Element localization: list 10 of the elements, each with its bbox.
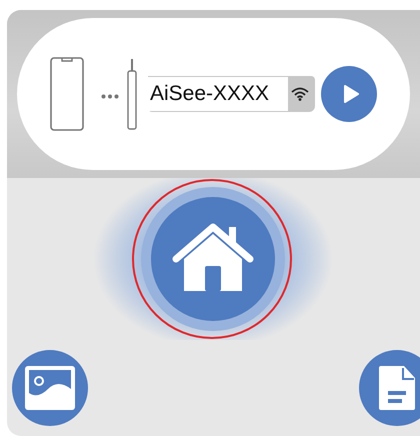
toothbrush-icon bbox=[126, 58, 138, 130]
play-icon bbox=[343, 85, 359, 103]
home-button[interactable] bbox=[151, 197, 275, 321]
phone-icon bbox=[50, 57, 84, 131]
document-button[interactable] bbox=[359, 350, 420, 426]
image-icon bbox=[24, 365, 76, 411]
device-field[interactable]: AiSee-XXXX bbox=[148, 76, 315, 112]
document-icon bbox=[378, 365, 416, 411]
dots-icon bbox=[101, 94, 119, 98]
wifi-icon bbox=[291, 87, 309, 101]
